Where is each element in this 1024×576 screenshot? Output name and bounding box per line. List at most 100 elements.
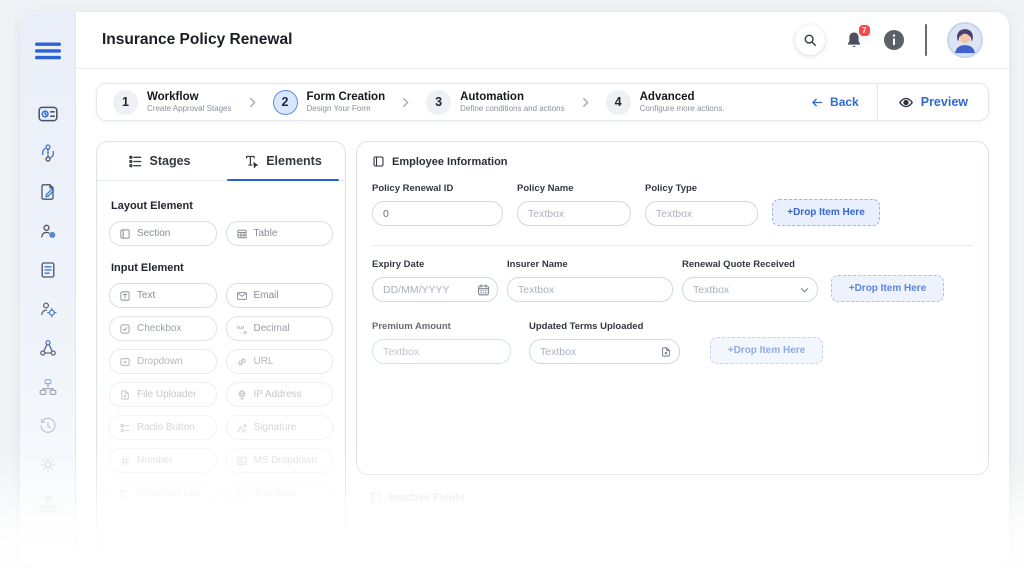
field-label: Updated Terms Uploaded: [529, 321, 644, 332]
textarea-icon: [236, 488, 248, 500]
element-number-button[interactable]: Number: [109, 448, 217, 473]
preview-label: Preview: [920, 95, 968, 109]
element-label: Table: [253, 228, 278, 239]
step-subtitle: Define conditions and actions: [460, 104, 565, 114]
drop-zone[interactable]: +Drop Item Here: [772, 199, 880, 226]
field-label: Policy Renewal ID: [372, 183, 454, 194]
search-button[interactable]: [795, 25, 825, 55]
element-table-button[interactable]: Table: [225, 221, 333, 246]
element-section-button[interactable]: Section: [109, 221, 217, 246]
input-element-heading: Input Element: [111, 262, 184, 274]
element-label: URL: [253, 356, 274, 367]
app-header: Insurance Policy Renewal 7: [76, 12, 1009, 69]
step-number: 1: [113, 89, 138, 115]
premium-amount-input[interactable]: [372, 339, 511, 364]
svg-text:→0: →0: [239, 329, 247, 334]
policy-renewal-id-input[interactable]: [372, 201, 503, 226]
user-avatar[interactable]: [947, 22, 983, 58]
element-label: IP Address: [253, 389, 302, 400]
element-email-button[interactable]: Email: [225, 283, 333, 308]
modules-icon[interactable]: [37, 376, 59, 398]
element-url-button[interactable]: URL: [225, 349, 333, 374]
drop-zone[interactable]: +Drop Item Here: [710, 337, 823, 364]
dashboard-icon[interactable]: [37, 103, 59, 125]
field-label: Policy Type: [645, 183, 698, 194]
checkbox-icon: [119, 323, 131, 335]
element-radio-button-button[interactable]: Radio Button: [109, 415, 217, 440]
main-area: Insurance Policy Renewal 7 1 Workflow Cr…: [76, 12, 1009, 564]
element-text-area-button[interactable]: Text Area: [225, 481, 333, 506]
element-checkbox-list-button[interactable]: Checkbox List: [109, 481, 217, 506]
preview-button[interactable]: Preview: [878, 95, 988, 110]
step-workflow[interactable]: 1 Workflow Create Approval Stages: [113, 89, 232, 115]
hierarchy-icon[interactable]: [37, 493, 59, 515]
step-form-creation[interactable]: 2 Form Creation Design Your Form: [272, 89, 385, 115]
element-label: Section: [137, 228, 171, 239]
element-ip-address-button[interactable]: IP Address: [225, 382, 333, 407]
field-label: Policy Name: [517, 183, 574, 194]
step-title: Workflow: [147, 91, 199, 104]
multiselect-icon: [236, 455, 248, 467]
policy-type-input[interactable]: [645, 201, 758, 226]
element-checkbox-button[interactable]: Checkbox: [109, 316, 217, 341]
tab-elements[interactable]: Elements: [221, 142, 345, 181]
user-roles-icon[interactable]: [37, 298, 59, 320]
step-title: Advanced: [639, 91, 695, 104]
menu-icon[interactable]: [34, 42, 61, 65]
step-automation[interactable]: 3 Automation Define conditions and actio…: [426, 89, 565, 115]
element-dropdown-button[interactable]: Dropdown: [109, 349, 217, 374]
section-icon: [119, 228, 131, 240]
element-label: MS Dropdown: [253, 455, 317, 466]
back-button[interactable]: Back: [792, 95, 877, 109]
drop-zone[interactable]: +Drop Item Here: [831, 275, 944, 302]
section-icon: [372, 155, 385, 168]
layout-element-heading: Layout Element: [111, 200, 193, 212]
arrow-left-icon: [810, 96, 824, 109]
field-label: Renewal Quote Received: [682, 259, 795, 270]
element-text-button[interactable]: Text: [109, 283, 217, 308]
step-advanced[interactable]: 4 Advanced Configure more actions.: [605, 89, 725, 115]
info-button[interactable]: [883, 29, 905, 51]
chevron-right-icon: [400, 96, 411, 109]
chevron-right-icon: [247, 96, 258, 109]
number-icon: [119, 455, 131, 467]
radio-icon: [119, 422, 131, 434]
element-signature-button[interactable]: Signature: [225, 415, 333, 440]
element-label: Email: [253, 290, 279, 301]
documents-icon[interactable]: [37, 259, 59, 281]
element-ms-dropdown-button[interactable]: MS Dropdown: [225, 448, 333, 473]
header-divider: [925, 24, 927, 56]
field-label: Expiry Date: [372, 259, 425, 270]
field-label: Premium Amount: [372, 321, 451, 332]
approval-flow-icon[interactable]: [37, 142, 59, 164]
element-faded-button[interactable]: [225, 514, 333, 539]
inactive-fields-title: Inactive Fields: [389, 491, 465, 504]
settings-icon[interactable]: [37, 454, 59, 476]
element-faded-button[interactable]: [109, 514, 217, 539]
svg-text:0.0: 0.0: [237, 325, 244, 331]
tab-label: Stages: [149, 154, 191, 168]
policy-name-input[interactable]: [517, 201, 631, 226]
info-icon: [883, 29, 905, 51]
user-gear-icon[interactable]: [37, 220, 59, 242]
element-label: Signature: [253, 422, 297, 433]
element-label: Text: [137, 290, 156, 301]
notifications-button[interactable]: 7: [845, 25, 870, 49]
element-file-uploader-button[interactable]: File Uploader: [109, 382, 217, 407]
renewal-quote-dropdown[interactable]: [682, 277, 818, 302]
eye-icon: [898, 95, 914, 110]
insurer-name-input[interactable]: [507, 277, 673, 302]
email-icon: [236, 290, 248, 302]
content-area: Stages Elements Layout Element Section T…: [96, 141, 989, 564]
history-icon[interactable]: [37, 415, 59, 437]
stepper-bar: 1 Workflow Create Approval Stages 2 Form…: [96, 83, 989, 121]
element-decimal-button[interactable]: 0.0 →0 Decimal: [225, 316, 333, 341]
step-number: 3: [426, 89, 452, 115]
expiry-date-input[interactable]: [372, 277, 498, 302]
form-section-title: Employee Information: [392, 155, 508, 168]
tab-stages[interactable]: Stages: [97, 142, 221, 180]
connections-icon[interactable]: [37, 337, 59, 359]
section-icon: [369, 491, 382, 504]
updated-terms-upload-input[interactable]: [529, 339, 680, 364]
form-editor-icon[interactable]: [37, 181, 59, 203]
